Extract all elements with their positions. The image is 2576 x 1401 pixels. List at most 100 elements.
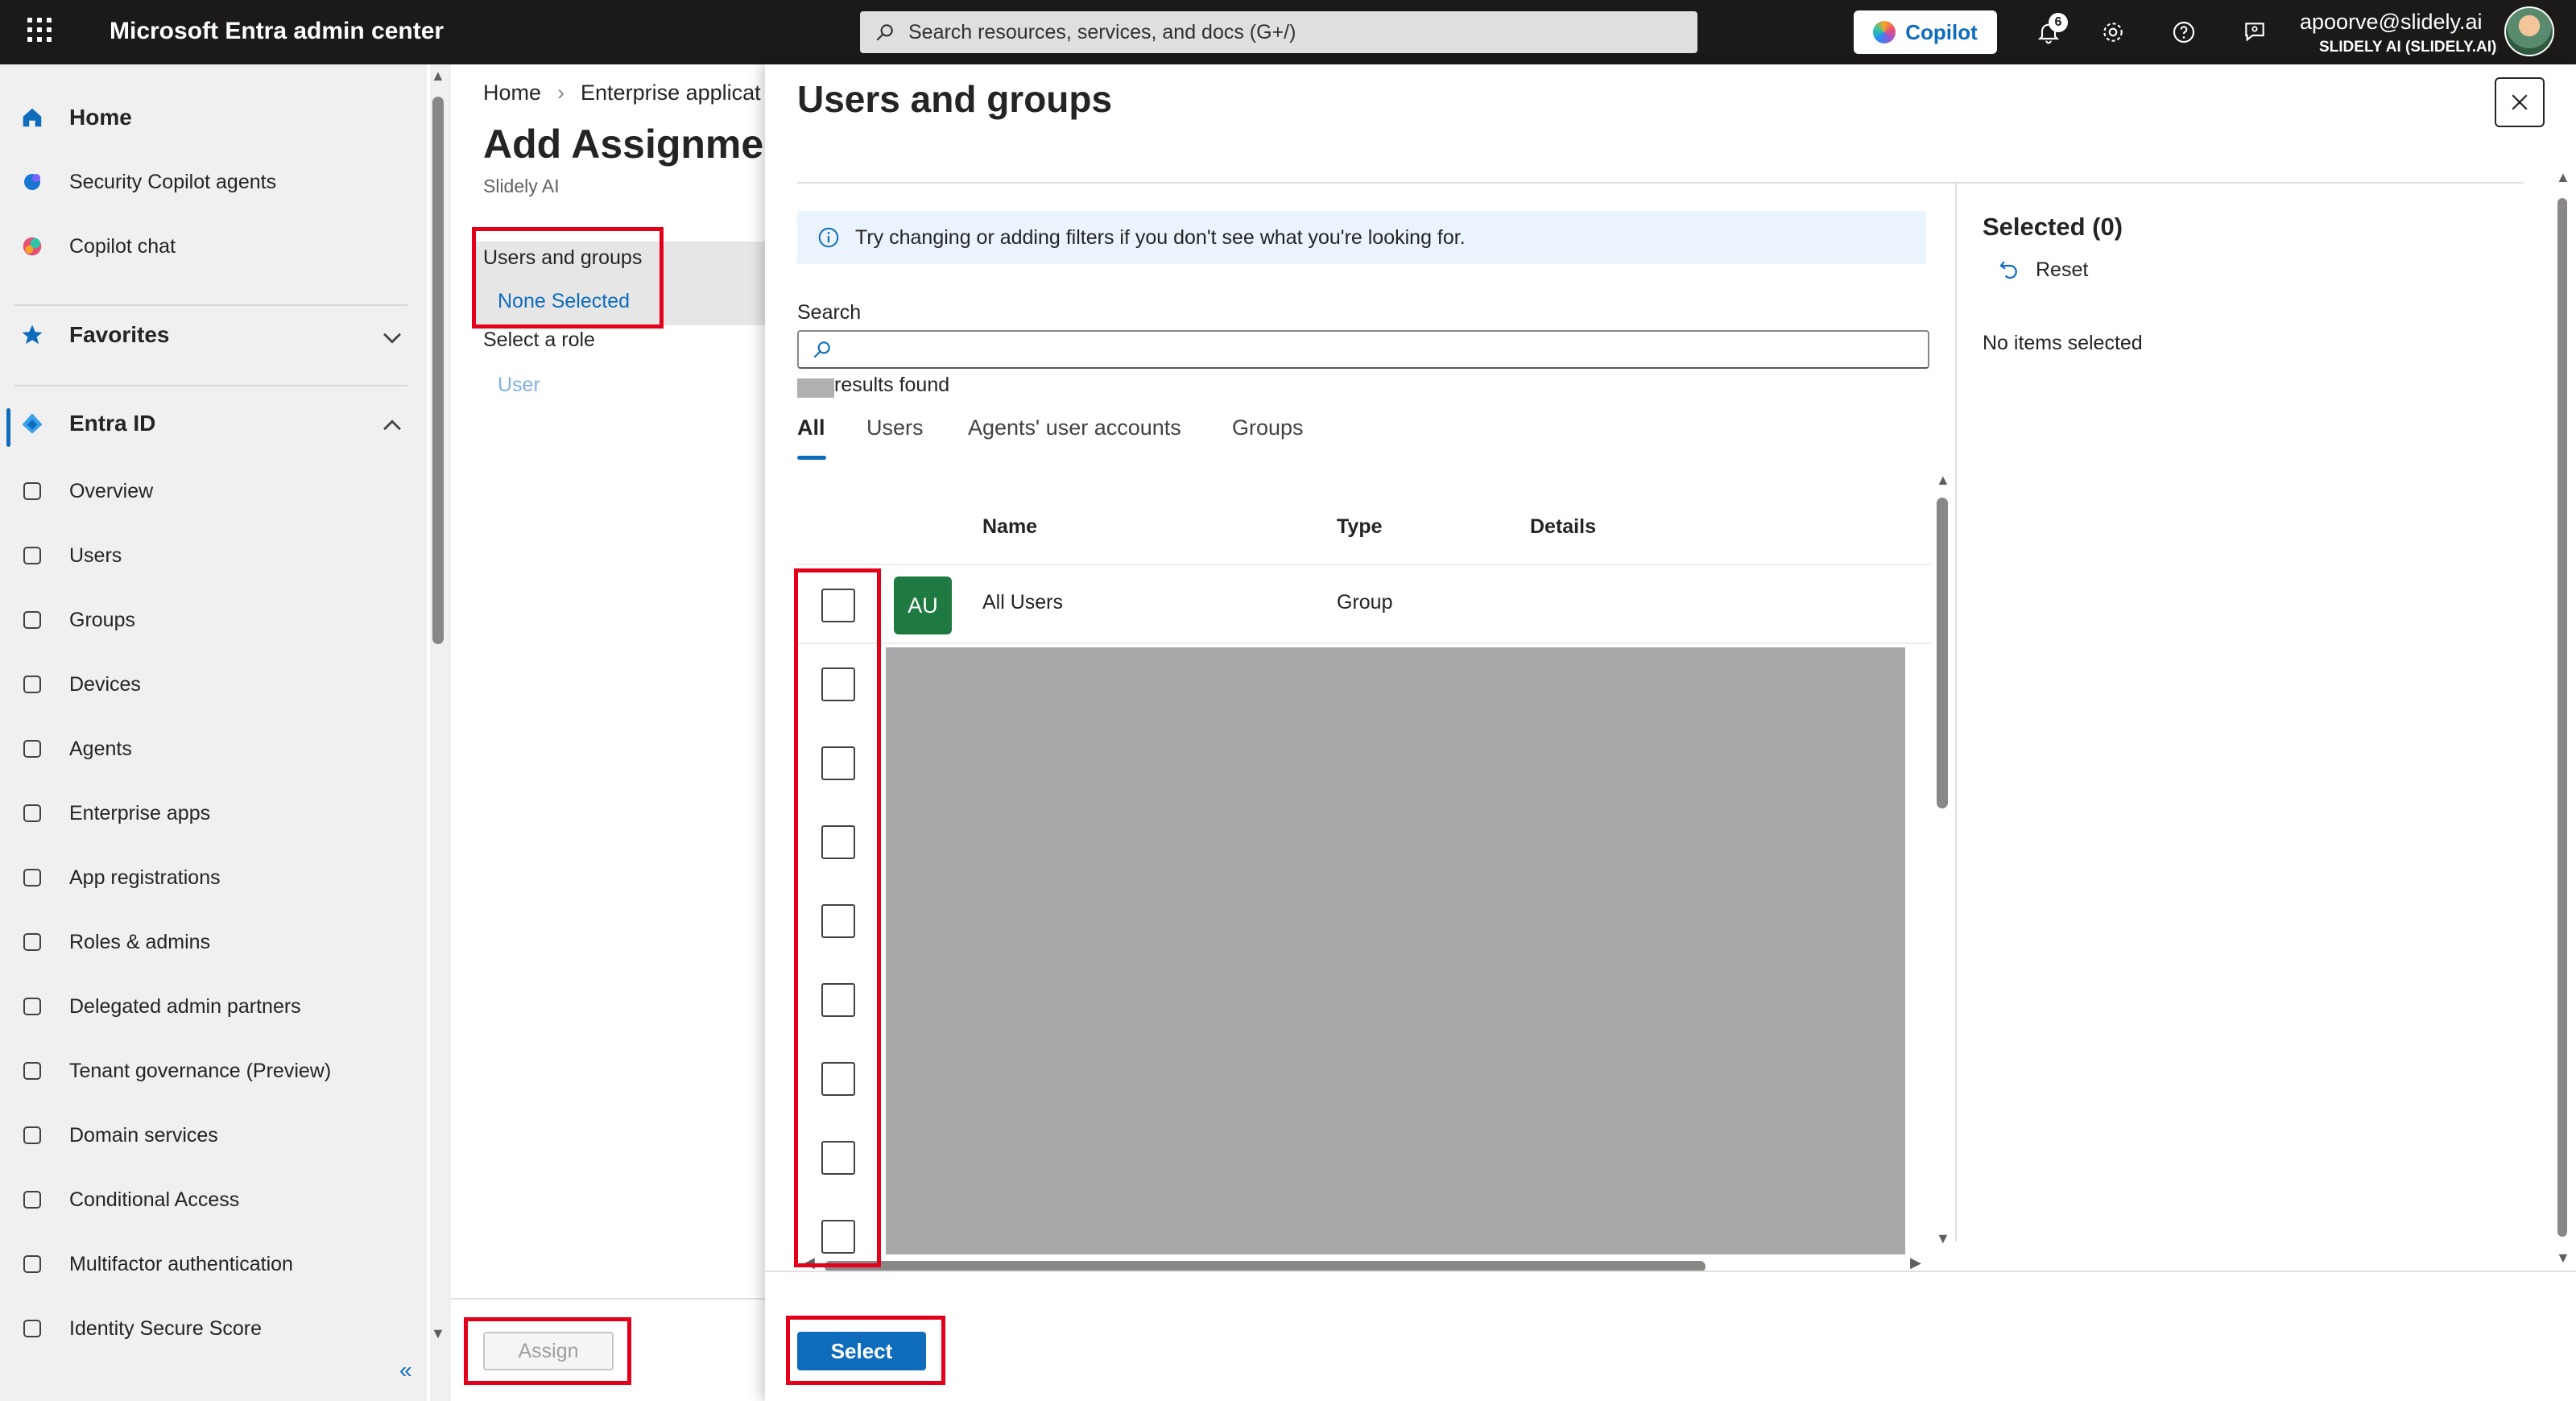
sidebar-item-agents[interactable]: Agents (0, 725, 427, 773)
panel-vertical-scrollbar-thumb[interactable] (2557, 198, 2567, 1237)
sidebar-item-devices[interactable]: Devices (0, 660, 427, 709)
role-value-link[interactable]: User (498, 374, 540, 397)
settings-button[interactable] (2097, 16, 2129, 48)
notifications-button[interactable]: 6 (2032, 13, 2068, 48)
nav-scrollbar[interactable] (430, 64, 451, 1401)
sidebar-item-security-copilot-agents[interactable]: Security Copilot agents (0, 158, 427, 206)
app-launcher-icon[interactable] (27, 18, 52, 42)
devices-icon (19, 672, 45, 697)
sidebar-item-label: Groups (69, 608, 135, 631)
sidebar-item-tenant-governance-preview[interactable]: Tenant governance (Preview) (0, 1047, 427, 1095)
nav-scroll-up-arrow[interactable]: ▲ (431, 68, 445, 85)
tab-users[interactable]: Users (866, 415, 924, 440)
table-header-divider (797, 564, 1931, 565)
mfa-icon (19, 1251, 45, 1277)
chevron-up-icon[interactable] (378, 412, 406, 440)
search-input[interactable] (797, 330, 1929, 369)
domain-services-icon (19, 1122, 45, 1148)
sidebar-item-overview[interactable]: Overview (0, 467, 427, 515)
tab-groups[interactable]: Groups (1232, 415, 1304, 440)
conditional-access-icon (19, 1187, 45, 1213)
list-vertical-scrollbar[interactable] (1933, 475, 1954, 1248)
sidebar-item-users[interactable]: Users (0, 531, 427, 580)
sidebar-item-roles-admins[interactable]: Roles & admins (0, 918, 427, 966)
sidebar-item-multifactor-authentication[interactable]: Multifactor authentication (0, 1240, 427, 1288)
column-header-type[interactable]: Type (1337, 515, 1383, 539)
nav-scroll-down-arrow[interactable]: ▼ (431, 1325, 445, 1342)
user-avatar[interactable] (2504, 6, 2554, 56)
sidebar-item-label: Devices (69, 672, 141, 696)
highlight-assign-button (464, 1317, 631, 1385)
row-type-group: Group (1337, 591, 1393, 614)
footer-divider (451, 1298, 765, 1300)
entra-id-icon (19, 411, 45, 436)
sidebar-item-favorites[interactable]: Favorites (0, 311, 427, 359)
help-button[interactable] (2168, 16, 2200, 48)
home-icon (19, 105, 45, 130)
sidebar-item-entra-id[interactable]: Entra ID (0, 399, 427, 448)
list-scroll-up-arrow[interactable]: ▲ (1936, 472, 1950, 489)
copilot-label: Copilot (1905, 19, 1978, 44)
sidebar-item-delegated-admin-partners[interactable]: Delegated admin partners (0, 982, 427, 1031)
column-header-details[interactable]: Details (1530, 515, 1596, 539)
list-scroll-right-arrow[interactable]: ▶ (1910, 1254, 1921, 1271)
tab-agents-user-accounts[interactable]: Agents' user accounts (968, 415, 1181, 440)
feedback-button[interactable] (2239, 16, 2271, 48)
collapse-nav-button[interactable]: « (399, 1358, 412, 1383)
sidebar-item-identity-secure-score[interactable]: Identity Secure Score (0, 1304, 427, 1353)
chevron-down-icon[interactable] (378, 324, 406, 351)
panel-scroll-down-arrow[interactable]: ▼ (2556, 1250, 2570, 1267)
global-search-input[interactable]: Search resources, services, and docs (G+… (860, 11, 1697, 53)
star-icon (19, 322, 45, 348)
sidebar-item-copilot-chat[interactable]: Copilot chat (0, 222, 427, 271)
breadcrumb-home[interactable]: Home (483, 81, 541, 105)
highlight-users-groups (472, 227, 664, 329)
group-avatar: AU (894, 577, 952, 634)
nav-scrollbar-thumb[interactable] (432, 97, 444, 644)
undo-icon (1999, 261, 2017, 279)
sidebar-item-label: Entra ID (69, 411, 156, 436)
groups-icon (19, 607, 45, 633)
page-title: Add Assignment (483, 122, 802, 167)
sidebar-item-label: Multifactor authentication (69, 1252, 293, 1275)
panel-header-divider (797, 182, 2524, 184)
copilot-button[interactable]: Copilot (1854, 10, 1997, 54)
panel-scroll-up-arrow[interactable]: ▲ (2556, 169, 2570, 186)
sidebar-item-domain-services[interactable]: Domain services (0, 1111, 427, 1159)
roles-icon (19, 929, 45, 955)
tenant-governance-icon (19, 1058, 45, 1084)
panel-vertical-scrollbar[interactable] (2553, 169, 2574, 1264)
sidebar-item-home[interactable]: Home (0, 93, 427, 142)
feedback-icon (2245, 23, 2264, 42)
row-name-all-users[interactable]: All Users (982, 591, 1063, 614)
sidebar-item-conditional-access[interactable]: Conditional Access (0, 1176, 427, 1224)
sidebar-item-app-registrations[interactable]: App registrations (0, 853, 427, 902)
close-panel-button[interactable] (2495, 77, 2545, 127)
help-icon (2173, 21, 2195, 43)
agents-icon (19, 736, 45, 762)
reset-label: Reset (2036, 258, 2089, 281)
breadcrumb-separator: › (557, 81, 565, 105)
user-tenant[interactable]: SLIDELY AI (SLIDELY.AI) (2319, 39, 2496, 56)
reset-button[interactable]: Reset (1997, 258, 2088, 282)
highlight-select-button (786, 1316, 945, 1385)
sidebar-item-groups[interactable]: Groups (0, 596, 427, 644)
panel-column-divider (1955, 184, 1957, 1242)
sidebar-item-label: Enterprise apps (69, 801, 211, 824)
list-vertical-scrollbar-thumb[interactable] (1937, 498, 1948, 808)
tab-all[interactable]: All (797, 415, 825, 440)
sidebar-item-label: Identity Secure Score (69, 1316, 263, 1340)
list-scroll-down-arrow[interactable]: ▼ (1936, 1230, 1950, 1247)
breadcrumb-enterprise-apps[interactable]: Enterprise applicat (581, 81, 761, 105)
app-title[interactable]: Microsoft Entra admin center (110, 18, 444, 45)
global-search-placeholder: Search resources, services, and docs (G+… (908, 20, 1296, 43)
trophy-icon (19, 1316, 45, 1341)
sidebar-item-label: Users (69, 543, 122, 567)
gear-icon (2103, 23, 2123, 42)
column-header-name[interactable]: Name (982, 515, 1037, 539)
table-row-divider (797, 643, 1931, 644)
sidebar-item-label: Home (69, 105, 132, 130)
notification-badge: 6 (2049, 13, 2068, 32)
user-email[interactable]: apoorve@slidely.ai (2300, 10, 2483, 35)
sidebar-item-enterprise-apps[interactable]: Enterprise apps (0, 789, 427, 837)
